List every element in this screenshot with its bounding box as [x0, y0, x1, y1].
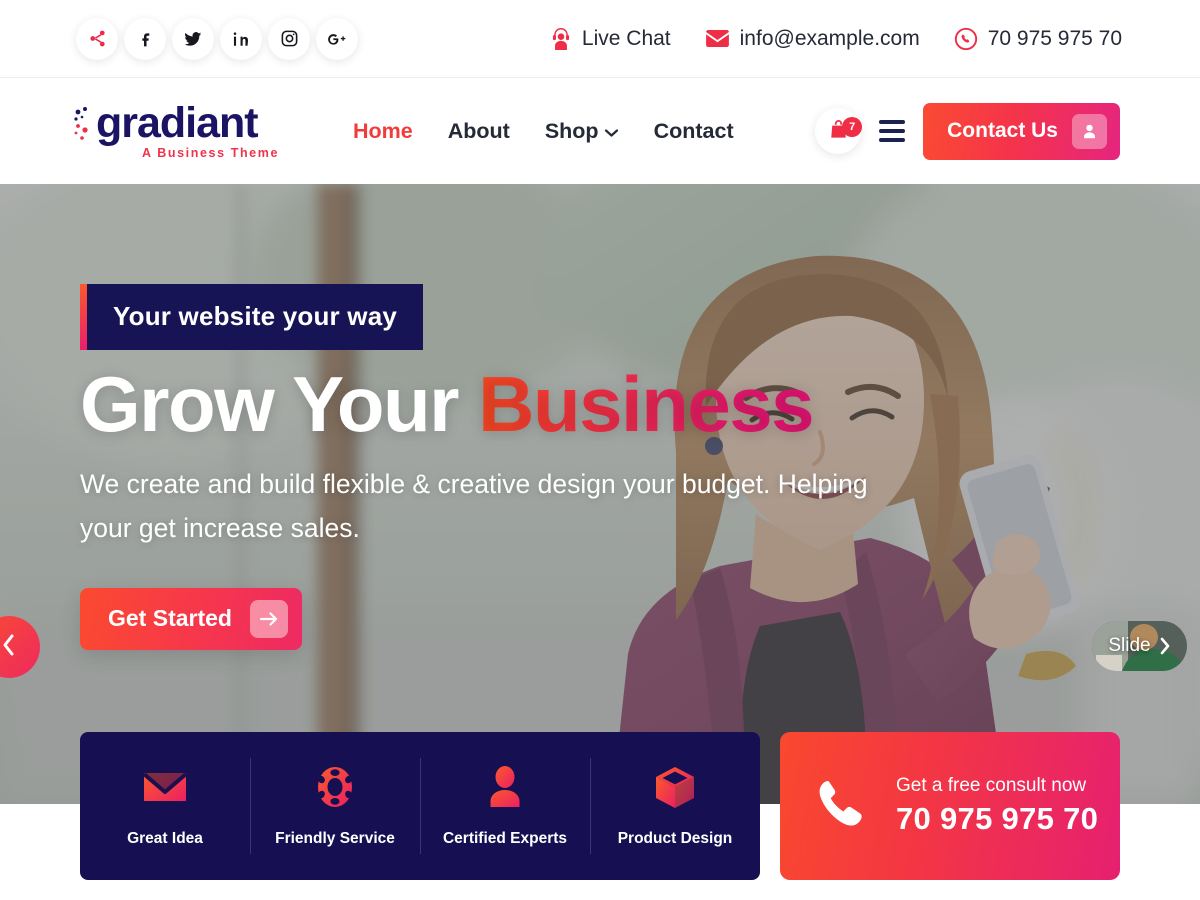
hero-title-accent: Business: [478, 360, 814, 448]
chevron-left-icon: [0, 633, 18, 662]
chevron-right-icon: [1159, 637, 1171, 655]
hero-slider: Your website your way Grow Your Business…: [0, 184, 1200, 804]
social-link-twitter[interactable]: [172, 17, 214, 60]
user-icon: [486, 764, 524, 810]
social-link-instagram[interactable]: [268, 17, 310, 60]
box-icon: [654, 764, 696, 810]
feature-label-certified-experts: Certified Experts: [442, 830, 568, 847]
slider-next-label: Slide: [1108, 635, 1151, 656]
envelope-icon: [142, 764, 188, 810]
live-chat-label: Live Chat: [581, 26, 671, 50]
site-header: gradiant A Business Theme Home About Sho…: [0, 78, 1200, 184]
logo-wordmark: gradiant: [74, 99, 281, 147]
nav-label-about: About: [447, 118, 510, 143]
topbar-contact-group: Live Chat info@example.com 70 975 975 70: [550, 27, 1122, 51]
social-link-share[interactable]: [76, 17, 118, 60]
hamburger-menu-icon[interactable]: [879, 120, 906, 142]
slider-next-button[interactable]: Slide: [1092, 621, 1187, 671]
get-started-button[interactable]: Get Started: [80, 587, 302, 650]
consult-phone: 70 975 975 70: [896, 801, 1099, 836]
phone-link[interactable]: 70 975 975 70: [954, 27, 1122, 51]
logo[interactable]: gradiant A Business Theme: [74, 99, 281, 160]
consult-title: Get a free consult now: [896, 775, 1087, 796]
facebook-icon: [136, 29, 155, 48]
feature-label-product-design: Product Design: [617, 830, 733, 847]
whatsapp-icon: [954, 27, 978, 51]
social-link-linkedin[interactable]: [220, 17, 262, 60]
cart-count-badge: 7: [842, 117, 863, 137]
nav-item-about[interactable]: About: [448, 119, 510, 144]
share-icon: [88, 29, 107, 48]
phone-label: 70 975 975 70: [987, 26, 1122, 50]
social-link-facebook[interactable]: [124, 17, 166, 60]
instagram-icon: [280, 29, 299, 48]
linkedin-icon: [232, 30, 250, 48]
twitter-icon: [183, 29, 203, 49]
feature-card-friendly-service[interactable]: Friendly Service: [250, 732, 420, 880]
arrow-right-icon: [249, 599, 288, 638]
hero-title-primary: Grow Your: [80, 360, 460, 448]
header-actions: 7 Contact Us: [815, 102, 1120, 160]
googleplus-icon: [326, 29, 348, 49]
logo-dots-icon: [74, 107, 88, 140]
feature-card-certified-experts[interactable]: Certified Experts: [420, 732, 590, 880]
get-started-label: Get Started: [108, 605, 232, 632]
consult-text: Get a free consult now 70 975 975 70: [896, 775, 1098, 837]
logo-tagline: A Business Theme: [142, 146, 279, 160]
nav-label-home: Home: [353, 118, 413, 143]
user-icon: [1072, 113, 1107, 149]
email-link[interactable]: info@example.com: [705, 27, 920, 51]
feature-card-great-idea[interactable]: Great Idea: [80, 732, 250, 880]
live-chat-link[interactable]: Live Chat: [550, 27, 671, 51]
top-bar: Live Chat info@example.com 70 975 975 70: [0, 0, 1200, 78]
logo-text: gradiant: [96, 99, 259, 147]
nav-item-shop[interactable]: Shop: [545, 119, 619, 144]
feature-label-friendly-service: Friendly Service: [275, 830, 395, 847]
hero-content: Your website your way Grow Your Business…: [80, 284, 900, 650]
feature-card-product-design[interactable]: Product Design: [590, 732, 760, 880]
feature-cards: Great Idea Friendly Service Certified Ex…: [80, 732, 760, 880]
main-nav: Home About Shop Contact: [353, 119, 734, 144]
cart-button[interactable]: 7: [815, 108, 863, 154]
social-link-googleplus[interactable]: [316, 17, 358, 60]
nav-label-shop: Shop: [544, 118, 599, 143]
envelope-icon: [705, 29, 730, 48]
feature-label-great-idea: Great Idea: [127, 830, 203, 847]
chevron-down-icon: [604, 125, 619, 141]
lifebuoy-icon: [313, 764, 357, 810]
hero-badge-text: Your website your way: [113, 301, 398, 331]
hero-subtitle: We create and build flexible & creative …: [80, 468, 868, 543]
contact-us-button[interactable]: Contact Us: [923, 102, 1120, 160]
nav-item-contact[interactable]: Contact: [654, 119, 734, 144]
headset-operator-icon: [550, 27, 572, 51]
free-consult-card[interactable]: Get a free consult now 70 975 975 70: [780, 732, 1120, 880]
hero-badge: Your website your way: [80, 284, 424, 350]
hero-title: Grow Your Business: [80, 364, 900, 445]
phone-call-icon: [812, 773, 874, 840]
nav-label-contact: Contact: [653, 118, 734, 143]
nav-item-home[interactable]: Home: [353, 119, 413, 144]
email-label: info@example.com: [739, 26, 920, 50]
contact-us-label: Contact Us: [947, 119, 1058, 142]
social-links: [76, 17, 358, 60]
